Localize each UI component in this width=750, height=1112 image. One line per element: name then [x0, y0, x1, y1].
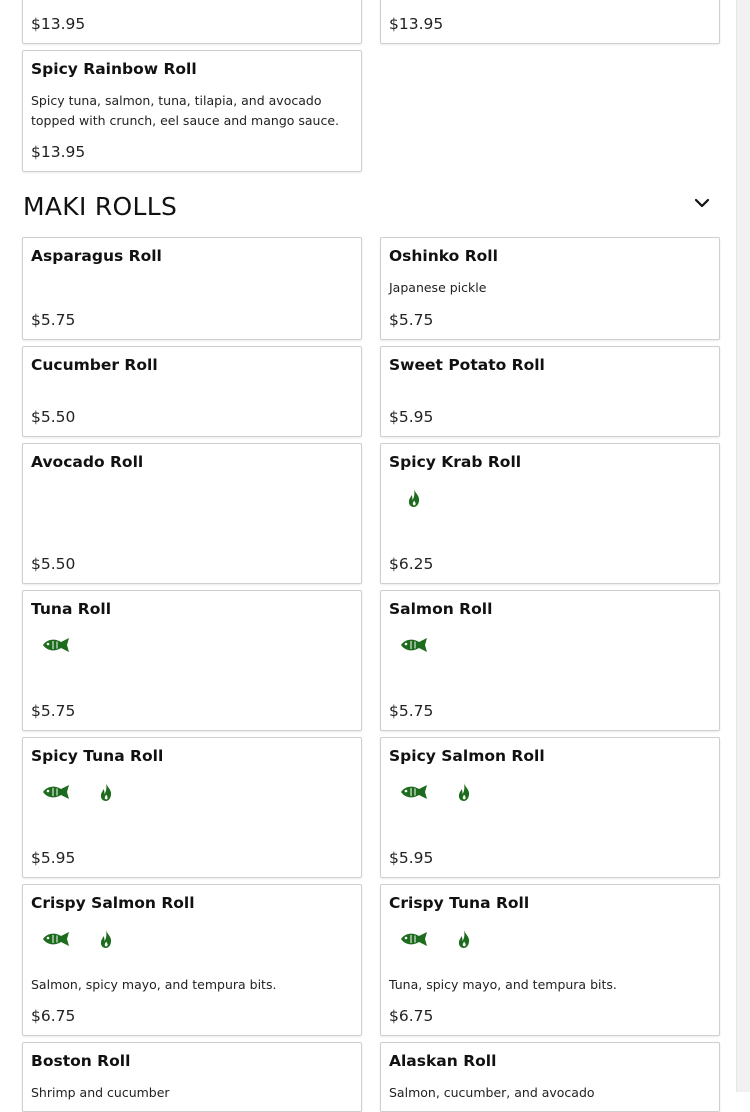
spicy-icon: [100, 783, 112, 801]
menu-item-spicy-salmon-roll[interactable]: Spicy Salmon Roll $5.95: [380, 737, 720, 878]
item-name: Sweet Potato Roll: [389, 356, 545, 374]
item-description: Spicy tuna, salmon, tuna, tilapia, and a…: [31, 93, 340, 128]
spicy-icon: [100, 930, 112, 948]
raw-fish-icon: [401, 932, 427, 946]
menu-item-oshinko-roll[interactable]: Oshinko Roll Japanese pickle $5.75: [380, 237, 720, 340]
menu-item-spicy-tuna-roll[interactable]: Spicy Tuna Roll $5.95: [22, 737, 362, 878]
menu-item-avocado-roll[interactable]: Avocado Roll $5.50: [22, 443, 362, 584]
raw-fish-icon: [43, 932, 69, 946]
item-description: Salmon, cucumber, and avocado: [389, 1085, 595, 1100]
item-name: Crispy Tuna Roll: [389, 894, 530, 912]
menu-item-tuna-roll[interactable]: Tuna Roll $5.75: [22, 590, 362, 731]
item-price: $5.75: [31, 702, 76, 720]
chevron-down-icon[interactable]: [692, 193, 712, 213]
item-name: Crispy Salmon Roll: [31, 894, 195, 912]
menu-item-alaskan-roll[interactable]: Alaskan Roll Salmon, cucumber, and avoca…: [380, 1042, 720, 1112]
menu-item-card[interactable]: $13.95: [380, 0, 720, 44]
menu-item-crispy-salmon-roll[interactable]: Crispy Salmon Roll Salmon, spicy mayo, a…: [22, 884, 362, 1036]
item-price: $5.95: [31, 849, 76, 867]
item-name: Boston Roll: [31, 1052, 131, 1070]
item-name: Salmon Roll: [389, 600, 493, 618]
item-description: Salmon, spicy mayo, and tempura bits.: [31, 977, 277, 992]
scrollbar-track[interactable]: [736, 0, 750, 1092]
item-name: Spicy Tuna Roll: [31, 747, 164, 765]
item-price: $5.95: [389, 849, 434, 867]
menu-item-asparagus-roll[interactable]: Asparagus Roll $5.75: [22, 237, 362, 340]
spicy-icon: [458, 783, 470, 801]
item-name: Tuna Roll: [31, 600, 112, 618]
raw-fish-icon: [43, 638, 69, 652]
item-name: Spicy Rainbow Roll: [31, 60, 197, 78]
item-name: Alaskan Roll: [389, 1052, 497, 1070]
item-price: $5.95: [389, 408, 434, 426]
item-description: Tuna, spicy mayo, and tempura bits.: [389, 977, 617, 992]
menu-item-cucumber-roll[interactable]: Cucumber Roll $5.50: [22, 346, 362, 437]
item-price: $13.95: [31, 15, 86, 33]
raw-fish-icon: [401, 638, 427, 652]
menu-item-boston-roll[interactable]: Boston Roll Shrimp and cucumber: [22, 1042, 362, 1112]
item-price: $5.75: [389, 311, 434, 329]
item-name: Spicy Salmon Roll: [389, 747, 545, 765]
item-description: Shrimp and cucumber: [31, 1085, 170, 1100]
menu-item-sweet-potato-roll[interactable]: Sweet Potato Roll $5.95: [380, 346, 720, 437]
item-name: Asparagus Roll: [31, 247, 162, 265]
item-name: Cucumber Roll: [31, 356, 158, 374]
item-name: Oshinko Roll: [389, 247, 498, 265]
item-price: $13.95: [31, 143, 86, 161]
item-price: $13.95: [389, 15, 444, 33]
menu-item-salmon-roll[interactable]: Salmon Roll $5.75: [380, 590, 720, 731]
spicy-icon: [458, 930, 470, 948]
item-price: $6.75: [389, 1007, 434, 1025]
item-price: $5.75: [31, 311, 76, 329]
menu-item-crispy-tuna-roll[interactable]: Crispy Tuna Roll Tuna, spicy mayo, and t…: [380, 884, 720, 1036]
menu-item-spicy-krab-roll[interactable]: Spicy Krab Roll $6.25: [380, 443, 720, 584]
menu-item-card[interactable]: $13.95: [22, 0, 362, 44]
item-name: Avocado Roll: [31, 453, 144, 471]
item-price: $5.50: [31, 555, 76, 573]
item-name: Spicy Krab Roll: [389, 453, 522, 471]
raw-fish-icon: [401, 785, 427, 799]
spicy-icon: [408, 489, 420, 507]
menu-item-card[interactable]: Spicy Rainbow Roll Spicy tuna, salmon, t…: [22, 50, 362, 172]
raw-fish-icon: [43, 785, 69, 799]
section-title: MAKI ROLLS: [23, 192, 178, 221]
item-description: Japanese pickle: [389, 280, 487, 295]
item-price: $5.75: [389, 702, 434, 720]
item-price: $5.50: [31, 408, 76, 426]
item-price: $6.75: [31, 1007, 76, 1025]
item-price: $6.25: [389, 555, 434, 573]
